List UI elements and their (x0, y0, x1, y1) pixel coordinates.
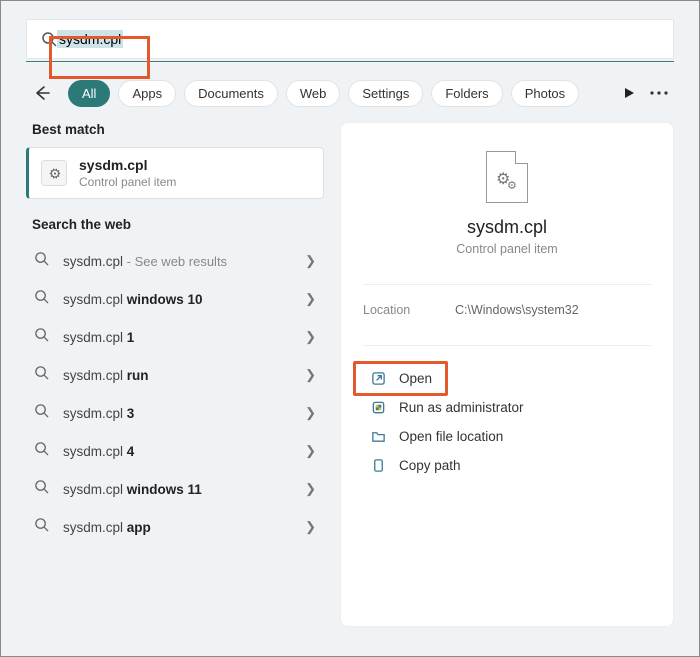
open-icon (367, 371, 389, 386)
chevron-right-icon: ❯ (305, 443, 316, 459)
web-result-label: sysdm.cpl run (63, 368, 305, 383)
search-underline (26, 61, 674, 62)
best-match-name: sysdm.cpl (79, 157, 176, 173)
action-copy[interactable]: Copy path (355, 451, 659, 480)
chevron-right-icon: ❯ (305, 329, 316, 345)
web-result-label: sysdm.cpl windows 11 (63, 482, 305, 497)
action-label: Copy path (399, 458, 461, 473)
web-result-label: sysdm.cpl 4 (63, 444, 305, 459)
chevron-right-icon: ❯ (305, 291, 316, 307)
search-icon (34, 327, 49, 347)
more-icon[interactable] (644, 78, 674, 108)
best-match-item[interactable]: ⚙ sysdm.cpl Control panel item (26, 147, 324, 199)
play-icon[interactable] (614, 78, 644, 108)
action-admin[interactable]: Run as administrator (355, 393, 659, 422)
search-bar[interactable]: sysdm.cpl (26, 19, 674, 59)
web-result[interactable]: sysdm.cpl 4❯ (26, 432, 324, 470)
search-icon (41, 31, 57, 47)
chevron-right-icon: ❯ (305, 405, 316, 421)
tab-web[interactable]: Web (286, 80, 341, 107)
search-icon (34, 251, 49, 271)
tab-apps[interactable]: Apps (118, 80, 176, 107)
web-result[interactable]: sysdm.cpl 1❯ (26, 318, 324, 356)
web-result-label: sysdm.cpl - See web results (63, 254, 305, 269)
chevron-right-icon: ❯ (305, 481, 316, 497)
web-result-label: sysdm.cpl app (63, 520, 305, 535)
search-icon (34, 441, 49, 461)
copy-icon (367, 458, 389, 473)
best-match-heading: Best match (26, 122, 324, 147)
chevron-right-icon: ❯ (305, 253, 316, 269)
action-label: Open file location (399, 429, 503, 444)
detail-subtitle: Control panel item (456, 242, 557, 256)
search-text: sysdm.cpl (57, 30, 123, 48)
web-result[interactable]: sysdm.cpl 3❯ (26, 394, 324, 432)
action-loc[interactable]: Open file location (355, 422, 659, 451)
separator (363, 284, 651, 285)
web-result[interactable]: sysdm.cpl windows 11❯ (26, 470, 324, 508)
chevron-right-icon: ❯ (305, 367, 316, 383)
folder-icon (367, 429, 389, 444)
back-button[interactable] (26, 78, 58, 108)
file-icon: ⚙ ⚙ (486, 151, 528, 203)
separator (363, 345, 651, 346)
tab-photos[interactable]: Photos (511, 80, 579, 107)
web-result-label: sysdm.cpl 1 (63, 330, 305, 345)
search-icon (34, 517, 49, 537)
best-match-kind: Control panel item (79, 175, 176, 189)
tab-settings[interactable]: Settings (348, 80, 423, 107)
web-result[interactable]: sysdm.cpl app❯ (26, 508, 324, 546)
search-icon (34, 289, 49, 309)
gear-icon: ⚙ (507, 179, 517, 192)
action-open[interactable]: Open (355, 364, 659, 393)
cpl-icon: ⚙ (41, 160, 67, 186)
action-label: Run as administrator (399, 400, 524, 415)
detail-title: sysdm.cpl (467, 217, 547, 238)
chevron-right-icon: ❯ (305, 519, 316, 535)
meta-value: C:\Windows\system32 (455, 303, 579, 317)
web-result-label: sysdm.cpl windows 10 (63, 292, 305, 307)
search-web-heading: Search the web (26, 217, 324, 242)
web-result[interactable]: sysdm.cpl run❯ (26, 356, 324, 394)
web-result[interactable]: sysdm.cpl - See web results❯ (26, 242, 324, 280)
search-icon (34, 365, 49, 385)
search-icon (34, 403, 49, 423)
tab-all[interactable]: All (68, 80, 110, 107)
tab-folders[interactable]: Folders (431, 80, 502, 107)
web-result[interactable]: sysdm.cpl windows 10❯ (26, 280, 324, 318)
tab-documents[interactable]: Documents (184, 80, 278, 107)
shield-icon (367, 400, 389, 415)
meta-key: Location (363, 303, 455, 317)
action-label: Open (399, 371, 432, 386)
search-icon (34, 479, 49, 499)
web-result-label: sysdm.cpl 3 (63, 406, 305, 421)
